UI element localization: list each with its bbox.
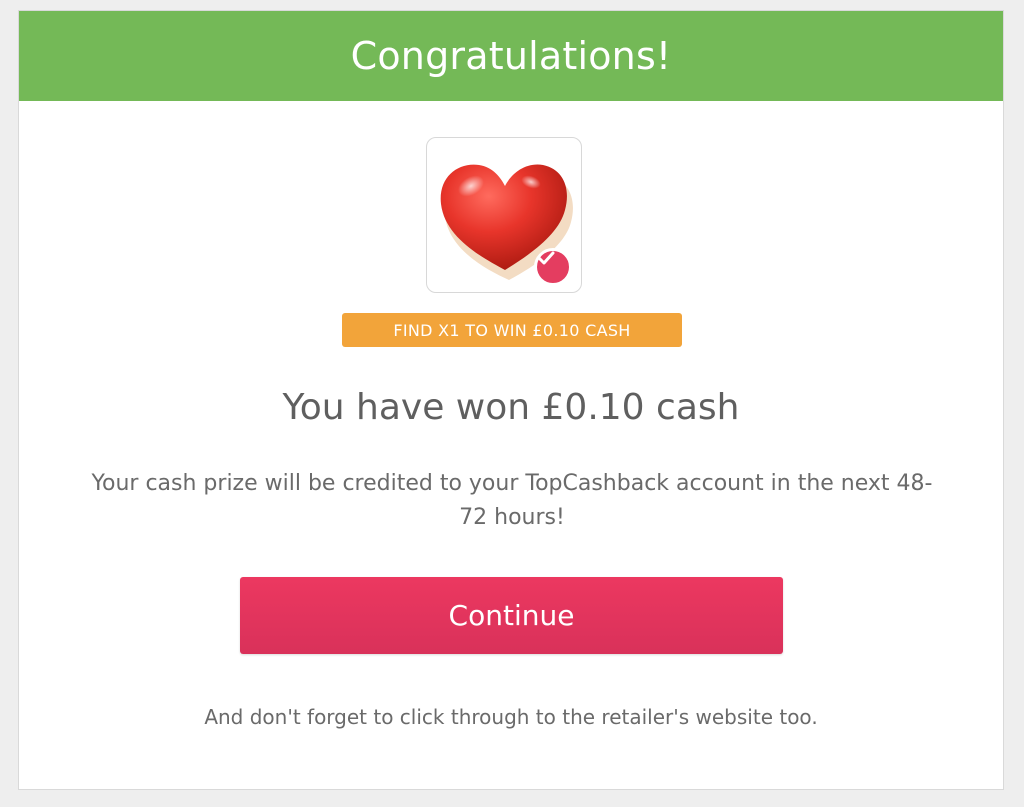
won-title: You have won £0.10 cash: [282, 387, 740, 428]
checkmark-badge: [534, 248, 572, 286]
modal-header: Congratulations!: [19, 11, 1003, 101]
find-tag-text: FIND X1 TO WIN £0.10 CASH: [393, 320, 631, 340]
prize-tile: [426, 137, 582, 293]
continue-button[interactable]: Continue: [240, 577, 783, 654]
footer-note: And don't forget to click through to the…: [204, 705, 818, 729]
prize-modal: Congratulations! FIND X1 TO WIN £0.10 CA…: [18, 10, 1004, 790]
continue-button-label: Continue: [448, 599, 575, 632]
checkmark-icon: [537, 251, 555, 265]
modal-title: Congratulations!: [350, 34, 672, 78]
find-tag: FIND X1 TO WIN £0.10 CASH: [342, 313, 682, 347]
prize-description: Your cash prize will be credited to your…: [91, 471, 933, 530]
